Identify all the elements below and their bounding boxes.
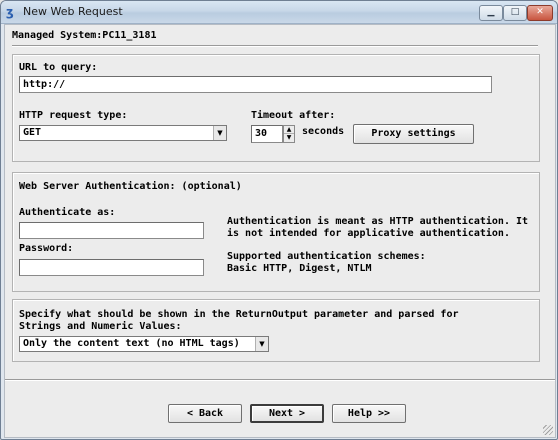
app-icon: ʒ bbox=[6, 5, 14, 19]
timeout-label: Timeout after: bbox=[251, 110, 336, 121]
output-desc-line-2: Strings and Numeric Values: bbox=[19, 321, 182, 332]
url-label: URL to query: bbox=[19, 62, 98, 73]
window-title: New Web Request bbox=[23, 5, 123, 18]
auth-schemes-line-1: Supported authentication schemes: bbox=[227, 251, 426, 262]
timeout-unit-label: seconds bbox=[302, 126, 345, 137]
authenticate-as-label: Authenticate as: bbox=[19, 207, 116, 218]
header-divider bbox=[12, 45, 538, 47]
auth-heading: Web Server Authentication: (optional) bbox=[19, 181, 242, 192]
spin-up-icon[interactable]: ▲ bbox=[284, 126, 294, 134]
minimize-button[interactable]: ▁ bbox=[479, 5, 503, 21]
request-type-value: GET bbox=[23, 127, 42, 138]
url-input[interactable]: http:// bbox=[19, 76, 492, 93]
chevron-down-icon[interactable]: ▼ bbox=[255, 337, 268, 351]
auth-info-line-2: is not intended for applicative authenti… bbox=[227, 228, 510, 239]
authentication-group: Web Server Authentication: (optional) Au… bbox=[12, 172, 540, 292]
next-button[interactable]: Next > bbox=[250, 404, 324, 423]
help-button[interactable]: Help >> bbox=[332, 404, 406, 423]
new-web-request-window: ʒ New Web Request ▁ □ ✕ Managed System:P… bbox=[0, 0, 558, 440]
chevron-down-icon[interactable]: ▼ bbox=[213, 126, 226, 140]
authenticate-as-input[interactable] bbox=[19, 222, 204, 239]
request-type-label: HTTP request type: bbox=[19, 110, 128, 121]
title-bar[interactable]: ʒ New Web Request ▁ □ ✕ bbox=[1, 1, 557, 24]
resize-grip-icon[interactable] bbox=[543, 425, 553, 435]
footer-divider bbox=[5, 379, 555, 381]
proxy-settings-button[interactable]: Proxy settings bbox=[353, 124, 474, 144]
password-input[interactable] bbox=[19, 259, 204, 276]
password-label: Password: bbox=[19, 243, 74, 254]
timeout-spinner[interactable]: ▲ ▼ bbox=[283, 125, 295, 143]
output-mode-select[interactable]: Only the content text (no HTML tags) ▼ bbox=[19, 336, 269, 352]
dialog-client-area: Managed System:PC11_3181 URL to query: h… bbox=[4, 24, 556, 438]
request-group: URL to query: http:// HTTP request type:… bbox=[12, 54, 540, 162]
timeout-input[interactable]: 30 bbox=[251, 125, 283, 143]
auth-schemes-line-2: Basic HTTP, Digest, NTLM bbox=[227, 263, 372, 274]
navigation-bar: < Back Next > Help >> bbox=[5, 386, 555, 437]
back-button[interactable]: < Back bbox=[168, 404, 242, 423]
auth-info-line-1: Authentication is meant as HTTP authenti… bbox=[227, 216, 529, 227]
output-desc-line-1: Specify what should be shown in the Retu… bbox=[19, 309, 459, 320]
spin-down-icon[interactable]: ▼ bbox=[284, 134, 294, 142]
output-mode-value: Only the content text (no HTML tags) bbox=[23, 338, 240, 349]
maximize-button[interactable]: □ bbox=[503, 5, 527, 21]
output-group: Specify what should be shown in the Retu… bbox=[12, 299, 540, 362]
request-type-select[interactable]: GET ▼ bbox=[19, 125, 227, 141]
managed-system-label: Managed System:PC11_3181 bbox=[12, 30, 157, 41]
close-button[interactable]: ✕ bbox=[527, 5, 553, 21]
